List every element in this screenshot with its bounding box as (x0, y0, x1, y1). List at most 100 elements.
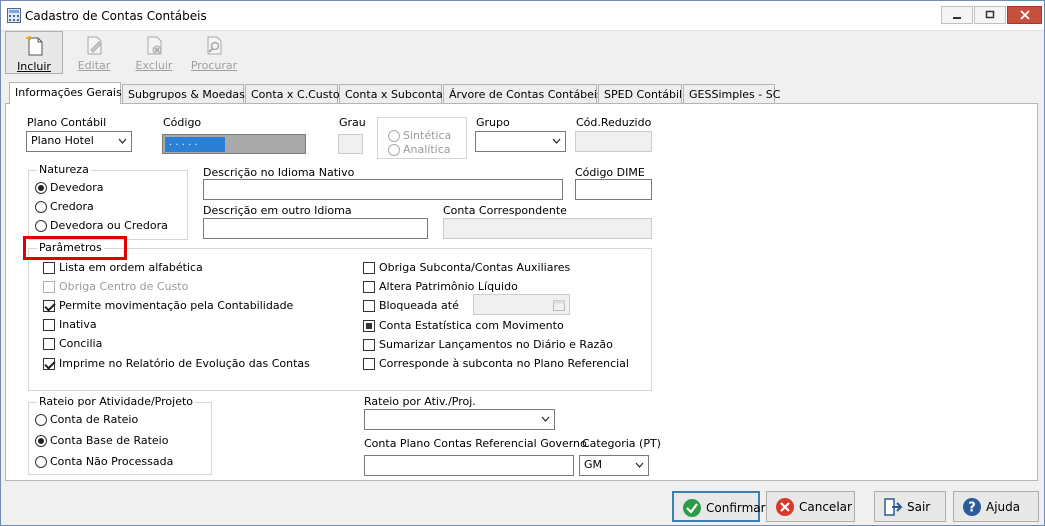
chevron-down-icon (635, 462, 644, 468)
procurar-button[interactable]: Procurar (185, 31, 243, 74)
tab-conta-ccusto[interactable]: Conta x C.Custo (245, 84, 340, 104)
grau-label: Grau (339, 116, 366, 129)
tab-conta-subconta[interactable]: Conta x Subconta (339, 84, 443, 104)
grupo-select[interactable] (475, 131, 566, 152)
rateio-group: Rateio por Atividade/Projeto Conta de Ra… (28, 395, 212, 475)
codigo-input[interactable]: . . . . . (162, 134, 306, 154)
bloqueada-ate-label: Bloqueada até (379, 299, 459, 312)
cod-reduzido-input[interactable] (575, 131, 652, 152)
cod-reduzido-label: Cód.Reduzido (576, 116, 652, 129)
inativa-checkbox[interactable]: Inativa (43, 318, 97, 331)
obriga-subconta-checkbox[interactable]: Obriga Subconta/Contas Auxiliares (363, 261, 570, 274)
help-icon: ? (963, 498, 981, 516)
title-bar: Cadastro de Contas Contábeis (1, 1, 1044, 31)
checkbox-box (363, 262, 375, 274)
tab-informacoes-gerais[interactable]: Informações Gerais (9, 82, 122, 104)
permite-movimentacao-checkbox[interactable]: Permite movimentação pela Contabilidade (43, 299, 293, 312)
delete-icon (147, 36, 162, 55)
cancelar-button[interactable]: Cancelar (766, 491, 855, 522)
radio-circle-selected (35, 182, 47, 194)
devedora-radio[interactable]: Devedora (35, 181, 104, 194)
categoria-value: GM (584, 458, 603, 471)
altera-patrimonio-label: Altera Patrimônio Líquido (379, 280, 518, 293)
tipo-group: Sintética Analítica (377, 117, 467, 159)
analitica-radio[interactable]: Analítica (388, 143, 451, 156)
svg-text:?: ? (968, 501, 976, 516)
rateio-ativ-select[interactable] (364, 409, 555, 430)
credora-radio[interactable]: Credora (35, 200, 94, 213)
sair-button[interactable]: Sair (874, 491, 946, 522)
devedora-ou-credora-radio[interactable]: Devedora ou Credora (35, 219, 168, 232)
natureza-group: Natureza Devedora Credora Devedora ou Cr… (28, 163, 188, 240)
radio-circle (388, 130, 400, 142)
conta-base-rateio-label: Conta Base de Rateio (50, 434, 169, 447)
conta-correspondente-input[interactable] (443, 218, 652, 239)
conta-estatistica-checkbox[interactable]: Conta Estatística com Movimento (363, 319, 564, 332)
descricao-nativo-input[interactable] (203, 179, 563, 200)
excluir-button[interactable]: Excluir (125, 31, 183, 74)
lista-ordem-alfabetica-checkbox[interactable]: Lista em ordem alfabética (43, 261, 203, 274)
permite-movimentacao-label: Permite movimentação pela Contabilidade (59, 299, 294, 312)
tab-gessimples[interactable]: GESSimples - SC (683, 84, 780, 104)
search-icon (207, 36, 222, 55)
categoria-label: Categoria (PT) (582, 437, 661, 450)
altera-patrimonio-checkbox[interactable]: Altera Patrimônio Líquido (363, 280, 518, 293)
conta-nao-processada-label: Conta Não Processada (50, 455, 174, 468)
plano-contabil-label: Plano Contábil (27, 116, 107, 129)
confirmar-label: Confirmar (706, 501, 766, 515)
conta-ref-gov-input[interactable] (364, 455, 574, 476)
conta-ref-gov-label: Conta Plano Contas Referencial Governo (364, 437, 587, 450)
close-window-button[interactable] (1007, 6, 1042, 24)
corresponde-subconta-label: Corresponde à subconta no Plano Referenc… (379, 357, 629, 370)
sintetica-label: Sintética (403, 129, 452, 142)
concilia-checkbox[interactable]: Concilia (43, 337, 102, 350)
calculator-icon (7, 8, 21, 23)
conta-nao-processada-radio[interactable]: Conta Não Processada (35, 455, 173, 468)
checkbox-box (363, 300, 375, 312)
checkbox-box (363, 281, 375, 293)
minimize-button[interactable] (941, 6, 973, 24)
chevron-down-icon (552, 138, 561, 144)
tab-sped-contabil[interactable]: SPED Contábil (598, 84, 682, 104)
toolbar: Incluir Editar Excluir Procurar (3, 31, 1043, 75)
checkbox-box (43, 262, 55, 274)
incluir-button[interactable]: Incluir (5, 31, 63, 74)
checkbox-box (43, 338, 55, 350)
descricao-outro-input[interactable] (203, 218, 428, 239)
maximize-button[interactable] (974, 6, 1006, 24)
categoria-select[interactable]: GM (579, 455, 649, 476)
grau-input[interactable] (338, 134, 363, 154)
checkbox-checked (43, 358, 55, 370)
devedora-label: Devedora (50, 181, 104, 194)
confirmar-button[interactable]: Confirmar (672, 491, 766, 522)
sumarizar-lancamentos-checkbox[interactable]: Sumarizar Lançamentos no Diário e Razão (363, 338, 613, 351)
checkbox-indeterminate (363, 320, 375, 332)
bloqueada-ate-date[interactable] (473, 294, 570, 315)
corresponde-subconta-checkbox[interactable]: Corresponde à subconta no Plano Referenc… (363, 357, 629, 370)
codigo-dime-input[interactable] (575, 179, 652, 200)
tab-arvore-contas[interactable]: Árvore de Contas Contábeis (443, 84, 603, 104)
sair-label: Sair (907, 500, 931, 514)
radio-circle-selected (35, 435, 47, 447)
obriga-subconta-label: Obriga Subconta/Contas Auxiliares (379, 261, 571, 274)
new-document-icon (26, 36, 43, 56)
obriga-centro-custo-checkbox[interactable]: Obriga Centro de Custo (43, 280, 188, 293)
editar-button[interactable]: Editar (65, 31, 123, 74)
rateio-title: Rateio por Atividade/Projeto (37, 395, 195, 408)
tab-subgrupos-moedas[interactable]: Subgrupos & Moedas (122, 84, 245, 104)
plano-contabil-select[interactable]: Plano Hotel (26, 131, 132, 152)
conta-base-rateio-radio[interactable]: Conta Base de Rateio (35, 434, 168, 447)
lista-ordem-alfabetica-label: Lista em ordem alfabética (59, 261, 203, 274)
minimize-icon (953, 17, 961, 19)
bloqueada-ate-checkbox[interactable]: Bloqueada até (363, 299, 459, 312)
imprime-relatorio-checkbox[interactable]: Imprime no Relatório de Evolução das Con… (43, 357, 310, 370)
chevron-down-icon (541, 416, 550, 422)
sintetica-radio[interactable]: Sintética (388, 129, 451, 142)
conta-correspondente-label: Conta Correspondente (443, 204, 567, 217)
conta-rateio-radio[interactable]: Conta de Rateio (35, 413, 138, 426)
incluir-label: Incluir (17, 60, 51, 73)
grupo-label: Grupo (476, 116, 510, 129)
parametros-highlight-box (23, 236, 127, 260)
radio-circle (388, 144, 400, 156)
ajuda-button[interactable]: ? Ajuda (953, 491, 1039, 522)
